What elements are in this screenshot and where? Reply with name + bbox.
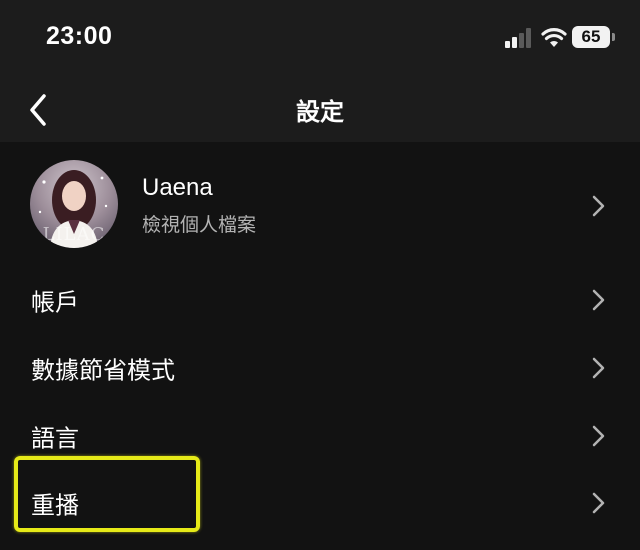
- chevron-right-icon: [592, 289, 605, 311]
- view-profile-label: 檢視個人檔案: [142, 214, 257, 236]
- settings-item-data-saver[interactable]: 數據節省模式: [0, 335, 640, 401]
- chevron-right-icon: [592, 195, 605, 217]
- profile-row[interactable]: LILAC Uaena 檢視個人檔案: [0, 150, 640, 262]
- app-header: 23:00 65 設定: [0, 0, 640, 142]
- avatar-watermark: LILAC: [43, 224, 106, 245]
- settings-item-account[interactable]: 帳戶: [0, 267, 640, 333]
- wifi-icon: [541, 28, 567, 47]
- settings-item-label: 重播: [31, 491, 79, 520]
- page-title: 設定: [296, 98, 344, 126]
- battery-level: 65: [581, 27, 601, 46]
- settings-item-language[interactable]: 語言: [0, 403, 640, 469]
- chevron-right-icon: [592, 425, 605, 447]
- status-bar: 23:00 65: [0, 0, 640, 78]
- status-time: 23:00: [46, 22, 113, 50]
- settings-item-label: 數據節省模式: [31, 356, 175, 385]
- avatar[interactable]: LILAC: [30, 160, 118, 248]
- settings-item-replay[interactable]: 重播: [0, 470, 640, 536]
- cellular-signal-icon: [505, 28, 535, 48]
- chevron-right-icon: [592, 357, 605, 379]
- chevron-right-icon: [592, 492, 605, 514]
- profile-name: Uaena: [142, 174, 213, 201]
- settings-item-label: 語言: [31, 424, 79, 453]
- battery-icon: 65: [572, 26, 616, 48]
- settings-item-label: 帳戶: [31, 288, 79, 317]
